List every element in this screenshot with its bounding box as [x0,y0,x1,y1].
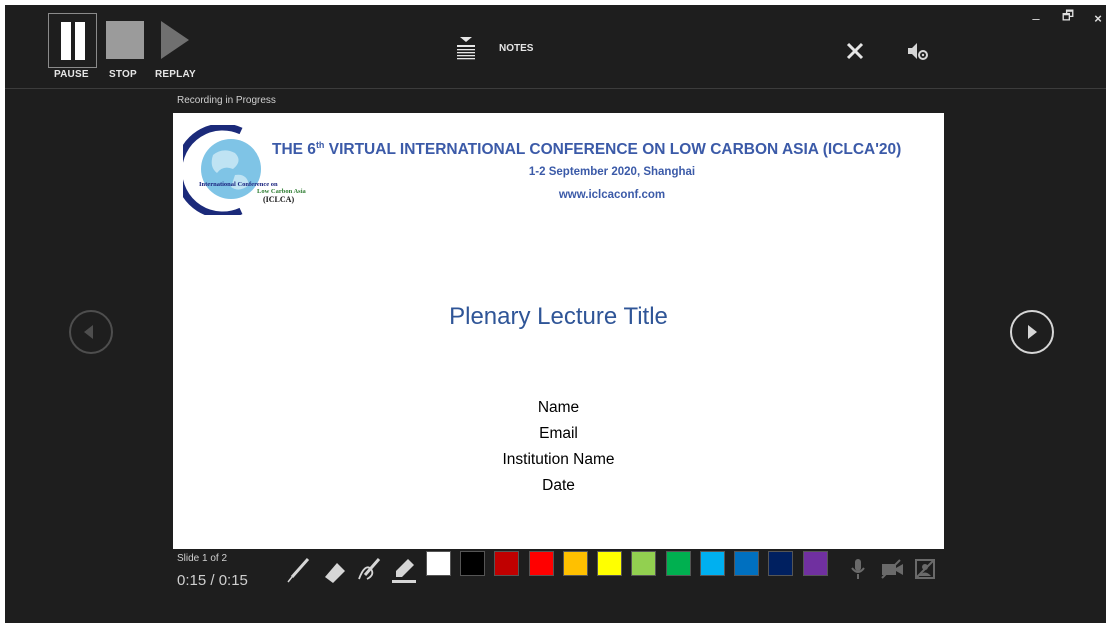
camera-preview-button[interactable] [912,556,938,582]
color-swatch[interactable] [768,551,793,576]
info-name: Name [537,399,580,416]
presenter-window: – 🗗 × PAUSE STOP REPLAY NOTES Recording … [5,5,1106,623]
eraser-button[interactable] [321,555,349,585]
pen-style-icon [358,558,381,580]
color-swatch[interactable] [734,551,759,576]
replay-label: REPLAY [155,69,196,80]
recording-timer: 0:15 / 0:15 [177,572,248,589]
stop-button[interactable]: STOP [105,13,145,85]
replay-icon [161,21,189,59]
info-date: Date [542,477,575,494]
color-swatch[interactable] [631,551,656,576]
notes-button[interactable]: NOTES [453,35,543,63]
eraser-icon [325,563,345,583]
color-swatch[interactable] [803,551,828,576]
audio-settings-icon [908,43,928,60]
highlighter-icon [392,559,416,583]
color-swatch[interactable] [460,551,485,576]
microphone-icon [851,559,865,579]
pause-button[interactable]: PAUSE [48,13,97,85]
color-swatch[interactable] [529,551,554,576]
color-swatch[interactable] [494,551,519,576]
restore-button[interactable]: 🗗 [1055,8,1081,28]
window-close-button[interactable]: × [1085,8,1111,28]
chevron-left-icon [84,325,93,339]
color-swatch[interactable] [700,551,725,576]
conference-logo: International Conference on Low Carbon A… [175,123,313,219]
info-email: Email [539,425,578,442]
previous-slide-button[interactable] [69,310,113,354]
stop-label: STOP [109,69,137,80]
highlighter-button[interactable] [390,555,418,585]
stop-icon [106,21,144,59]
microphone-button[interactable] [845,556,871,582]
minimize-button[interactable]: – [1023,8,1049,28]
pen-button[interactable] [284,555,312,585]
audio-settings-button[interactable] [905,39,931,63]
color-swatch[interactable] [563,551,588,576]
chevron-right-icon [1028,325,1037,339]
info-institution: Institution Name [502,451,615,468]
next-slide-button[interactable] [1010,310,1054,354]
notes-label: NOTES [499,43,534,54]
color-swatch[interactable] [666,551,691,576]
color-swatch[interactable] [426,551,451,576]
close-button[interactable] [843,39,867,63]
replay-button[interactable]: REPLAY [155,13,201,85]
camera-preview-off-icon [915,559,935,579]
recording-status: Recording in Progress [177,95,276,106]
close-icon [846,42,864,60]
toolbar-divider [5,88,1106,89]
pen-style-button[interactable] [355,555,383,585]
color-swatch[interactable] [597,551,622,576]
pause-icon [48,13,97,68]
notes-icon [457,37,475,60]
pause-label: PAUSE [54,69,89,80]
slide-canvas: International Conference on Low Carbon A… [173,113,944,549]
conference-url: www.iclcaconf.com [558,189,666,201]
logo-line-2: Low Carbon Asia [257,188,306,195]
camera-off-icon [881,559,903,579]
slide-counter: Slide 1 of 2 [177,553,228,564]
conference-date: 1-2 September 2020, Shanghai [528,166,696,178]
logo-line-3: (ICLCA) [263,195,295,204]
camera-toggle-button[interactable] [878,556,904,582]
logo-line-1: International Conference on [199,181,278,188]
lecture-title: Plenary Lecture Title [449,303,668,330]
pen-icon [287,558,310,583]
conference-title: THE 6th VIRTUAL INTERNATIONAL CONFERENCE… [272,140,902,159]
